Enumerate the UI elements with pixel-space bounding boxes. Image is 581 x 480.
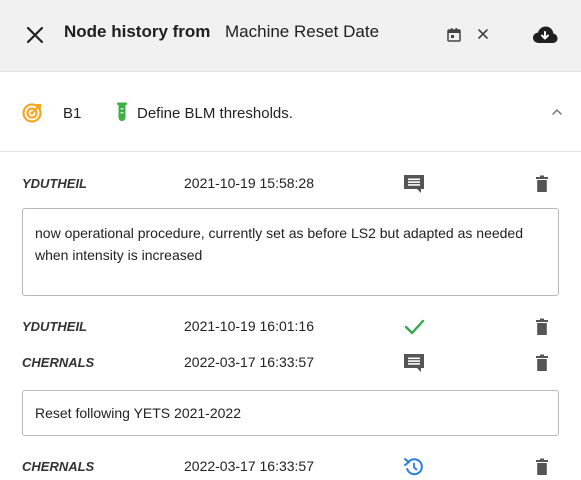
test-tube-icon bbox=[117, 102, 127, 121]
dialog-header: Node history from Machine Reset Date bbox=[0, 0, 581, 72]
trash-icon[interactable] bbox=[535, 175, 549, 193]
calendar-icon[interactable] bbox=[446, 27, 462, 43]
clear-icon[interactable] bbox=[475, 26, 491, 42]
target-icon bbox=[22, 103, 42, 123]
history-entry: YDUTHEIL 2021-10-19 15:58:28 bbox=[0, 173, 581, 197]
node-summary-row[interactable]: B1 Define BLM thresholds. bbox=[0, 72, 581, 152]
trash-icon[interactable] bbox=[535, 458, 549, 476]
history-user: CHERNALS bbox=[22, 459, 95, 474]
comment-icon bbox=[404, 175, 424, 193]
history-timestamp: 2022-03-17 16:33:57 bbox=[184, 354, 314, 370]
history-user: CHERNALS bbox=[22, 355, 95, 370]
close-icon[interactable] bbox=[24, 24, 46, 46]
node-description: Define BLM thresholds. bbox=[137, 105, 293, 122]
comment-box: now operational procedure, currently set… bbox=[22, 208, 559, 296]
history-user: YDUTHEIL bbox=[22, 176, 87, 191]
trash-icon[interactable] bbox=[535, 354, 549, 372]
chevron-up-icon[interactable] bbox=[550, 105, 564, 119]
history-entry: YDUTHEIL 2021-10-19 16:01:16 bbox=[0, 316, 581, 340]
history-entry: CHERNALS 2022-03-17 16:33:57 bbox=[0, 352, 581, 376]
history-user: YDUTHEIL bbox=[22, 319, 87, 334]
cloud-download-icon[interactable] bbox=[532, 24, 558, 46]
history-timestamp: 2022-03-17 16:33:57 bbox=[184, 458, 314, 474]
comment-box: Reset following YETS 2021-2022 bbox=[22, 390, 559, 436]
history-timestamp: 2021-10-19 16:01:16 bbox=[184, 318, 314, 334]
history-entry: CHERNALS 2022-03-17 16:33:57 bbox=[0, 456, 581, 480]
dialog-title: Node history from bbox=[64, 22, 211, 41]
comment-icon bbox=[404, 354, 424, 372]
history-timestamp: 2021-10-19 15:58:28 bbox=[184, 175, 314, 191]
node-id: B1 bbox=[63, 105, 82, 122]
trash-icon[interactable] bbox=[535, 318, 549, 336]
checkmark-icon bbox=[404, 319, 425, 335]
reset-icon bbox=[404, 458, 423, 476]
date-field-value[interactable]: Machine Reset Date bbox=[225, 22, 379, 42]
